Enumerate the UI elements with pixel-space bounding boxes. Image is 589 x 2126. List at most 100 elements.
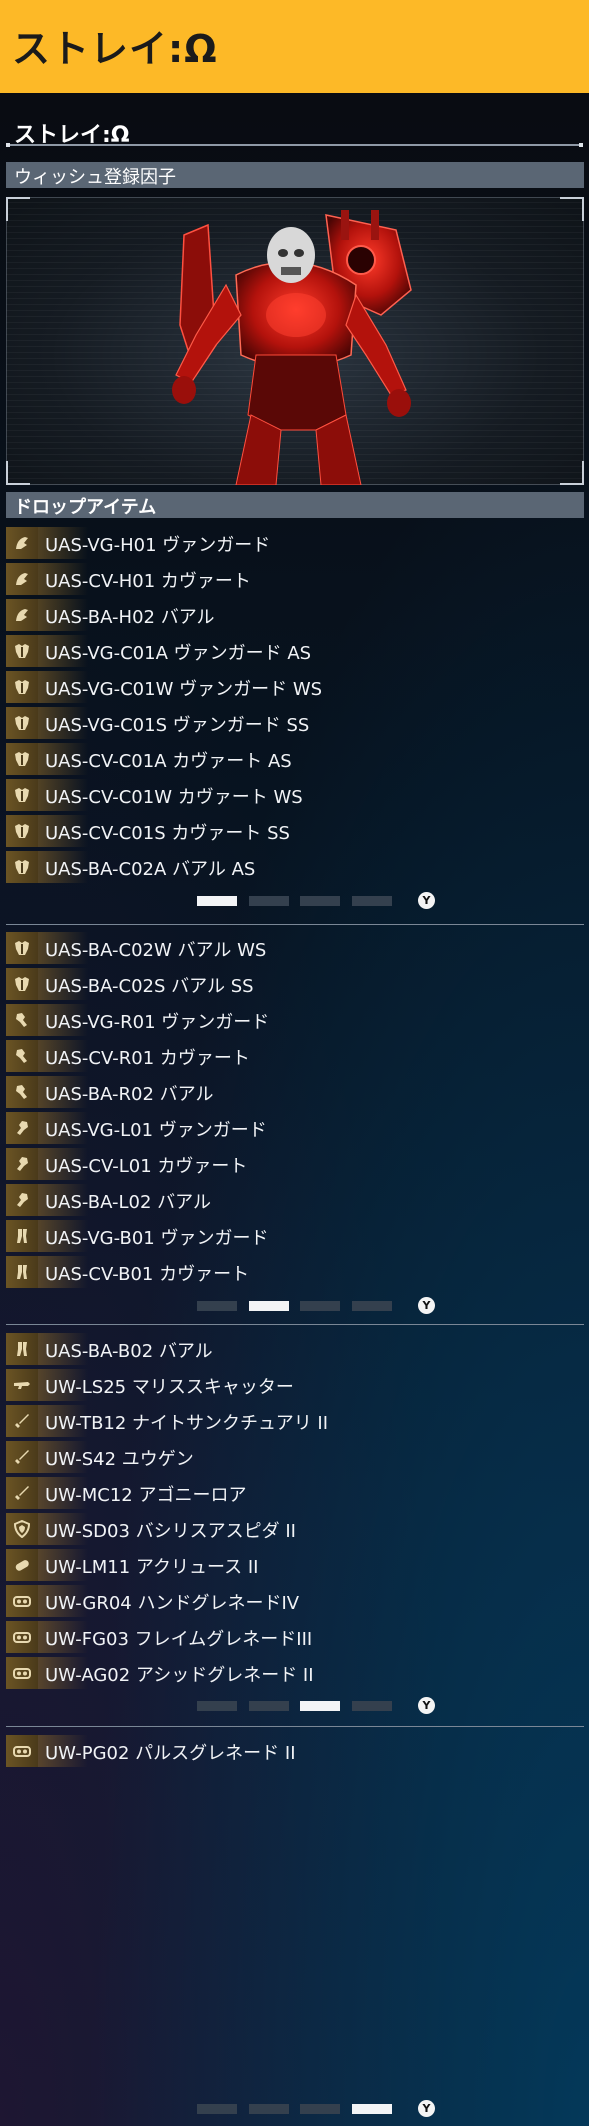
page-dot-active[interactable] — [249, 1301, 289, 1311]
title-divider — [6, 143, 583, 147]
drop-item-label: UAS-BA-L02 バアル — [45, 1192, 212, 1213]
drop-item-row[interactable]: UW-PG02 パルスグレネード II — [6, 1735, 566, 1767]
page-dot[interactable] — [249, 896, 289, 906]
drop-item-row[interactable]: UAS-VG-L01 ヴァンガード — [6, 1112, 566, 1144]
drop-item-row[interactable]: UW-S42 ユウゲン — [6, 1441, 566, 1473]
drop-item-row[interactable]: UW-LM11 アクリュース II — [6, 1549, 566, 1581]
left-arm-icon — [6, 1148, 38, 1180]
y-button-icon[interactable]: Y — [418, 1297, 435, 1314]
drop-item-row[interactable]: UAS-CV-H01 カヴァート — [6, 563, 566, 595]
drop-item-row[interactable]: UAS-BA-H02 バアル — [6, 599, 566, 631]
drop-item-label: UAS-BA-C02S バアル SS — [45, 976, 254, 997]
page-dot[interactable] — [352, 896, 392, 906]
drop-item-row[interactable]: UAS-BA-C02A バアル AS — [6, 851, 566, 883]
helmet-icon — [6, 563, 38, 595]
drop-item-label: UAS-BA-C02W バアル WS — [45, 940, 267, 961]
drop-item-row[interactable]: UW-LS25 マリススキャッター — [6, 1369, 566, 1401]
chest-armor-icon — [6, 635, 38, 667]
drop-item-row[interactable]: UAS-BA-L02 バアル — [6, 1184, 566, 1216]
page-dot[interactable] — [352, 1301, 392, 1311]
drop-item-label: UAS-CV-R01 カヴァート — [45, 1048, 250, 1069]
drop-item-row[interactable]: UW-FG03 フレイムグレネードIII — [6, 1621, 566, 1653]
page-indicator: Y — [0, 892, 589, 910]
page-title: ストレイ:Ω — [12, 27, 218, 71]
page-dot[interactable] — [300, 2104, 340, 2114]
drop-item-label: UW-PG02 パルスグレネード II — [45, 1743, 296, 1764]
drop-item-row[interactable]: UAS-CV-B01 カヴァート — [6, 1256, 566, 1288]
drop-item-label: UAS-CV-L01 カヴァート — [45, 1156, 248, 1177]
page-dot-active[interactable] — [352, 2104, 392, 2114]
grenade-icon — [6, 1657, 38, 1689]
drop-item-row[interactable]: UW-TB12 ナイトサンクチュアリ II — [6, 1405, 566, 1437]
page-indicator: Y — [0, 1297, 589, 1315]
drop-item-label: UAS-BA-C02A バアル AS — [45, 859, 256, 880]
right-arm-icon — [6, 1040, 38, 1072]
sword-icon — [6, 1477, 38, 1509]
drop-item-label: UAS-VG-C01W ヴァンガード WS — [45, 679, 323, 700]
drop-item-label: UAS-CV-B01 カヴァート — [45, 1264, 250, 1285]
page-dot[interactable] — [249, 2104, 289, 2114]
drop-item-row[interactable]: UAS-BA-C02S バアル SS — [6, 968, 566, 1000]
page-indicator: Y — [0, 1697, 589, 1715]
chest-armor-icon — [6, 968, 38, 1000]
chest-armor-icon — [6, 743, 38, 775]
drop-item-label: UAS-VG-C01S ヴァンガード SS — [45, 715, 310, 736]
drop-item-row[interactable]: UAS-VG-B01 ヴァンガード — [6, 1220, 566, 1252]
red-mech-illustration — [172, 210, 412, 485]
drop-item-row[interactable]: UW-MC12 アゴニーロア — [6, 1477, 566, 1509]
drop-item-row[interactable]: UAS-CV-R01 カヴァート — [6, 1040, 566, 1072]
drop-item-row[interactable]: UAS-BA-R02 バアル — [6, 1076, 566, 1108]
legs-icon — [6, 1256, 38, 1288]
drop-item-label: UW-LS25 マリススキャッター — [45, 1377, 294, 1398]
page-dot[interactable] — [197, 1701, 237, 1711]
drop-item-row[interactable]: UAS-VG-C01A ヴァンガード AS — [6, 635, 566, 667]
page-indicator: Y — [0, 2100, 589, 2118]
drop-item-row[interactable]: UAS-CV-C01S カヴァート SS — [6, 815, 566, 847]
capsule-icon — [6, 1549, 38, 1581]
wish-section-label: ウィッシュ登録因子 — [14, 167, 176, 188]
wish-section-header: ウィッシュ登録因子 — [6, 162, 584, 188]
drop-item-label: UW-AG02 アシッドグレネード II — [45, 1665, 314, 1686]
chest-armor-icon — [6, 851, 38, 883]
drop-item-row[interactable]: UAS-CV-C01W カヴァート WS — [6, 779, 566, 811]
page-divider — [6, 1726, 584, 1727]
drop-item-row[interactable]: UW-SD03 バシリスアスピダ II — [6, 1513, 566, 1545]
y-button-icon[interactable]: Y — [418, 892, 435, 909]
shield-icon — [6, 1513, 38, 1545]
drop-item-row[interactable]: UAS-VG-C01S ヴァンガード SS — [6, 707, 566, 739]
page-dot-active[interactable] — [300, 1701, 340, 1711]
page-dot[interactable] — [300, 896, 340, 906]
drop-item-row[interactable]: UAS-BA-B02 バアル — [6, 1333, 566, 1365]
drop-item-row[interactable]: UAS-VG-H01 ヴァンガード — [6, 527, 566, 559]
gun-icon — [6, 1369, 38, 1401]
page-divider — [6, 1324, 584, 1325]
right-arm-icon — [6, 1076, 38, 1108]
enemy-portrait — [6, 197, 584, 485]
app-header: ストレイ:Ω — [0, 0, 589, 93]
drop-item-label: UW-GR04 ハンドグレネードIV — [45, 1593, 300, 1614]
y-button-icon[interactable]: Y — [418, 1697, 435, 1714]
drop-item-label: UW-FG03 フレイムグレネードIII — [45, 1629, 313, 1650]
page-dot[interactable] — [352, 1701, 392, 1711]
grenade-icon — [6, 1585, 38, 1617]
drop-item-row[interactable]: UAS-CV-C01A カヴァート AS — [6, 743, 566, 775]
page-dot[interactable] — [249, 1701, 289, 1711]
drop-item-label: UW-S42 ユウゲン — [45, 1449, 194, 1470]
drop-item-label: UW-MC12 アゴニーロア — [45, 1485, 247, 1506]
drop-item-label: UAS-BA-R02 バアル — [45, 1084, 214, 1105]
page-dot[interactable] — [197, 1301, 237, 1311]
drop-item-row[interactable]: UW-GR04 ハンドグレネードIV — [6, 1585, 566, 1617]
drop-item-row[interactable]: UAS-VG-C01W ヴァンガード WS — [6, 671, 566, 703]
legs-icon — [6, 1333, 38, 1365]
grenade-icon — [6, 1621, 38, 1653]
chest-armor-icon — [6, 932, 38, 964]
drop-item-row[interactable]: UAS-BA-C02W バアル WS — [6, 932, 566, 964]
page-dot-active[interactable] — [197, 896, 237, 906]
page-dot[interactable] — [197, 2104, 237, 2114]
page-dot[interactable] — [300, 1301, 340, 1311]
drop-item-row[interactable]: UW-AG02 アシッドグレネード II — [6, 1657, 566, 1689]
drop-item-row[interactable]: UAS-CV-L01 カヴァート — [6, 1148, 566, 1180]
drop-item-label: UW-SD03 バシリスアスピダ II — [45, 1521, 296, 1542]
y-button-icon[interactable]: Y — [418, 2100, 435, 2117]
drop-item-row[interactable]: UAS-VG-R01 ヴァンガード — [6, 1004, 566, 1036]
